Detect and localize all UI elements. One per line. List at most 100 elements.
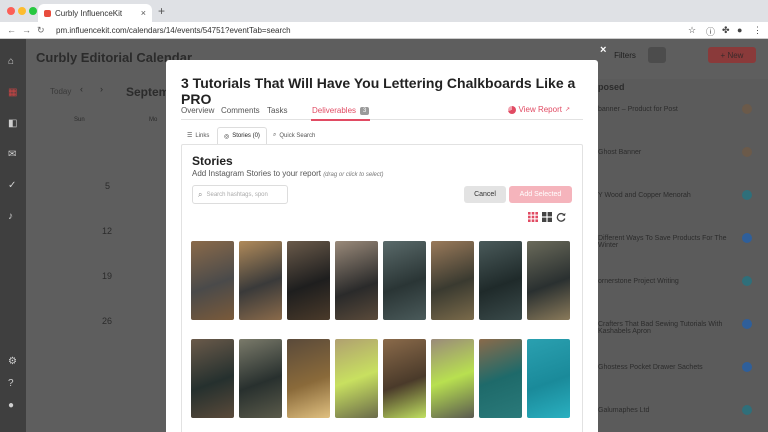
tab-deliverables-label: Deliverables: [312, 106, 357, 115]
minimize-window-button[interactable]: [18, 7, 26, 15]
large-grid-view-icon[interactable]: [542, 212, 552, 222]
story-thumbnail[interactable]: [479, 241, 522, 320]
tab-comments[interactable]: Comments: [221, 106, 260, 115]
home-icon[interactable]: ⌂: [8, 57, 18, 67]
back-icon[interactable]: ←: [7, 25, 16, 35]
list-item[interactable]: ornerstone Project Writing: [598, 278, 679, 285]
calendar-view-button[interactable]: [648, 47, 666, 63]
calendar-icon[interactable]: ▦: [8, 88, 18, 98]
stories-hint: (drag or click to select): [323, 172, 384, 178]
notifications-icon[interactable]: ♪: [8, 212, 18, 222]
stories-subtitle: Add Instagram Stories to your report (dr…: [192, 169, 384, 178]
list-item[interactable]: Ghostess Pocket Drawer Sachets: [598, 364, 703, 371]
stories-title: Stories: [192, 154, 233, 168]
tab-deliverables[interactable]: Deliverables 3: [312, 106, 370, 115]
refresh-icon[interactable]: [556, 212, 566, 222]
tasks-icon[interactable]: ✓: [8, 181, 18, 191]
sub-tab-stories[interactable]: ◎ Stories (0): [217, 127, 267, 144]
day-header: Sun: [74, 117, 85, 123]
close-window-button[interactable]: [7, 7, 15, 15]
story-thumbnail[interactable]: [527, 241, 570, 320]
story-thumbnail[interactable]: [383, 339, 426, 418]
reports-icon[interactable]: ◧: [8, 119, 18, 129]
day-number: 26: [102, 316, 113, 326]
proposed-panel: [598, 79, 768, 432]
active-tab-indicator: [311, 119, 370, 121]
extension-info-icon[interactable]: ⓘ: [706, 25, 715, 38]
sub-tab-quick-search[interactable]: ⌕ Quick Search: [267, 127, 321, 144]
tab-tasks[interactable]: Tasks: [267, 106, 287, 115]
pie-chart-icon: [507, 105, 516, 114]
story-thumbnail[interactable]: [239, 241, 282, 320]
story-thumbnail[interactable]: [383, 241, 426, 320]
filters-button[interactable]: Filters: [612, 47, 638, 63]
modal-title: 3 Tutorials That Will Have You Lettering…: [181, 75, 576, 107]
sub-tab-label: Quick Search: [279, 132, 316, 139]
list-item[interactable]: Ghost Banner: [598, 149, 641, 156]
story-thumbnail[interactable]: [527, 339, 570, 418]
list-item[interactable]: Different Ways To Save Products For The …: [598, 235, 728, 249]
favicon-icon: [44, 9, 51, 17]
list-item[interactable]: Galumaphes Ltd: [598, 407, 649, 414]
forward-icon[interactable]: →: [22, 25, 31, 35]
story-thumbnail[interactable]: [191, 241, 234, 320]
left-nav: ⌂ ▦ ◧ ✉ ✓ ♪ ⚙ ? ●: [0, 39, 26, 432]
reload-icon[interactable]: ↻: [37, 25, 45, 36]
instagram-icon: ◎: [224, 133, 230, 140]
sub-tab-links[interactable]: ☰ Links: [181, 127, 215, 144]
tab-title: Curbly InfluenceKit: [55, 8, 123, 18]
browser-tab[interactable]: Curbly InfluenceKit ×: [38, 4, 152, 22]
browser-menu-icon[interactable]: ⋮: [753, 25, 762, 36]
story-thumbnail[interactable]: [287, 241, 330, 320]
event-modal: 3 Tutorials That Will Have You Lettering…: [166, 60, 598, 432]
avatar: [742, 319, 752, 329]
story-search-input[interactable]: ⌕ Search hashtags, spon: [192, 185, 288, 204]
maximize-window-button[interactable]: [29, 7, 37, 15]
help-icon[interactable]: ?: [8, 379, 18, 389]
inbox-icon[interactable]: ✉: [8, 150, 18, 160]
new-event-button[interactable]: + New: [708, 47, 756, 63]
modal-close-icon[interactable]: ×: [600, 44, 606, 56]
view-report-link[interactable]: View Report ↗: [507, 105, 570, 114]
profile-avatar-icon[interactable]: ●: [737, 25, 742, 35]
list-item[interactable]: Crafters That Bad Sewing Tutorials With …: [598, 321, 728, 335]
user-avatar-icon[interactable]: ●: [8, 401, 18, 411]
story-thumbnail[interactable]: [335, 241, 378, 320]
prev-month-icon[interactable]: ‹: [80, 84, 83, 94]
story-thumbnail[interactable]: [431, 339, 474, 418]
tab-overview[interactable]: Overview: [181, 106, 214, 115]
view-toggle: [528, 212, 566, 222]
small-grid-view-icon[interactable]: [528, 212, 538, 222]
new-tab-button[interactable]: +: [158, 4, 165, 18]
list-item[interactable]: banner – Product for Post: [598, 106, 678, 113]
url-field[interactable]: pm.influencekit.com/calendars/14/events/…: [56, 26, 291, 35]
story-thumbnail[interactable]: [191, 339, 234, 418]
avatar: [742, 104, 752, 114]
day-number: 12: [102, 226, 113, 236]
cancel-button[interactable]: Cancel: [464, 186, 506, 203]
story-thumbnail[interactable]: [287, 339, 330, 418]
story-thumbnail[interactable]: [431, 241, 474, 320]
add-selected-button[interactable]: Add Selected: [509, 186, 572, 203]
search-icon: ⌕: [273, 132, 277, 138]
avatar: [742, 362, 752, 372]
today-button[interactable]: Today: [50, 87, 71, 96]
avatar: [742, 276, 752, 286]
list-item[interactable]: Y Wood and Copper Menorah: [598, 192, 691, 199]
link-icon: ☰: [187, 133, 193, 139]
search-placeholder: Search hashtags, spon: [206, 191, 268, 198]
next-month-icon[interactable]: ›: [100, 84, 103, 94]
bookmark-star-icon[interactable]: ☆: [688, 25, 696, 36]
view-report-label: View Report: [518, 105, 562, 114]
deliverables-count-badge: 3: [360, 107, 370, 115]
story-thumbnail[interactable]: [239, 339, 282, 418]
story-thumbnail[interactable]: [335, 339, 378, 418]
avatar: [742, 190, 752, 200]
tab-close-icon[interactable]: ×: [141, 8, 146, 18]
story-thumbnail[interactable]: [479, 339, 522, 418]
extensions-puzzle-icon[interactable]: ✤: [722, 25, 730, 36]
avatar: [742, 147, 752, 157]
sub-tab-label: Stories (0): [232, 133, 260, 139]
stories-panel: Stories Add Instagram Stories to your re…: [181, 144, 583, 432]
settings-icon[interactable]: ⚙: [8, 357, 18, 367]
